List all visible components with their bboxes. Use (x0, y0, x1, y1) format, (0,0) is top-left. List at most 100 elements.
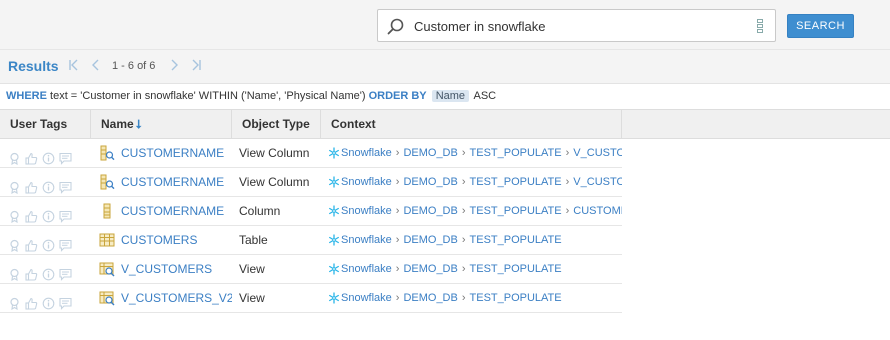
context-breadcrumb-item[interactable]: DEMO_DB (403, 226, 457, 254)
where-keyword: WHERE (6, 90, 47, 102)
col-header-user-tags[interactable]: User Tags (0, 110, 91, 138)
user-tags-cell (0, 139, 91, 167)
order-field-chip[interactable]: Name (431, 90, 470, 102)
thumbs-up-icon[interactable] (25, 234, 38, 252)
results-title: Results (8, 58, 59, 74)
top-search-bar: SEARCH (0, 0, 890, 50)
context-breadcrumb-item[interactable]: Snowflake (341, 284, 392, 312)
award-icon[interactable] (8, 147, 21, 165)
user-tags-cell (0, 168, 91, 196)
object-name-link[interactable]: V_CUSTOMERS (121, 255, 212, 283)
user-tags-cell (0, 284, 91, 312)
info-icon[interactable] (42, 292, 55, 309)
object-type-cell: View (239, 262, 265, 276)
next-page-button[interactable] (166, 56, 182, 74)
table-row[interactable]: V_CUSTOMERS_V2 View Snowflake › DEMO_DB › TEST… (0, 284, 622, 313)
context-breadcrumb-item[interactable]: DEMO_DB (403, 197, 457, 225)
breadcrumb-separator: › (395, 205, 400, 217)
search-box[interactable] (377, 9, 776, 42)
object-name-link[interactable]: CUSTOMERS (121, 226, 197, 254)
context-cell: Snowflake›DEMO_DB›TEST_POPULATE›V_CUSTOM (321, 168, 622, 196)
context-breadcrumb-item[interactable]: TEST_POPULATE (470, 139, 562, 167)
col-header-object-type[interactable]: Object Type (232, 110, 321, 138)
breadcrumb-separator: › (461, 292, 466, 304)
context-breadcrumb-item[interactable]: V_CUSTOM (573, 139, 622, 167)
context-cell: Snowflake › DEMO_DB › TEST_POPULATE (321, 284, 622, 312)
search-input[interactable] (414, 15, 744, 37)
col-header-name[interactable]: Name ⭣ (91, 110, 232, 138)
object-name-link[interactable]: CUSTOMERNAME (121, 139, 224, 167)
user-tags-cell (0, 226, 91, 254)
context-breadcrumb-item[interactable]: Snowflake (341, 226, 392, 254)
search-options-icon[interactable] (757, 19, 763, 33)
breadcrumb-separator: › (565, 147, 570, 159)
context-cell: Snowflake › DEMO_DB › TEST_POPULATE (321, 255, 622, 283)
table-row[interactable]: CUSTOMERS Table Snowflake › DEMO_DB › TEST_POP… (0, 226, 622, 255)
context-breadcrumb-item[interactable]: DEMO_DB (403, 255, 457, 283)
info-icon[interactable] (42, 234, 55, 251)
object-name-link[interactable]: CUSTOMERNAME (121, 168, 224, 196)
context-breadcrumb-item[interactable]: TEST_POPULATE (470, 284, 562, 312)
context-breadcrumb-item[interactable]: TEST_POPULATE (470, 226, 562, 254)
view-icon (99, 262, 115, 277)
table-row[interactable]: CUSTOMERNAME View Column Snowflake › DEMO_DB… (0, 139, 622, 168)
first-page-button[interactable] (66, 56, 82, 74)
sort-desc-icon: ⭣ (135, 117, 142, 131)
last-page-button[interactable] (188, 56, 204, 74)
context-breadcrumb-item[interactable]: TEST_POPULATE (470, 255, 562, 283)
award-icon[interactable] (8, 234, 21, 252)
last-page-icon (192, 59, 201, 71)
context-breadcrumb-item[interactable]: TEST_POPULATE (470, 197, 562, 225)
award-icon[interactable] (8, 176, 21, 194)
col-header-name-label: Name (101, 117, 134, 131)
object-name-link[interactable]: CUSTOMERNAME (121, 197, 224, 225)
breadcrumb-separator: › (395, 176, 400, 188)
info-icon[interactable] (42, 205, 55, 222)
award-icon[interactable] (8, 205, 21, 223)
results-header: Results 1 - 6 of 6 (0, 50, 890, 83)
context-breadcrumb-item[interactable]: Snowflake (341, 255, 392, 283)
breadcrumb-separator: › (395, 234, 400, 246)
object-type-cell: Table (239, 233, 268, 247)
table-row[interactable]: V_CUSTOMERS View Snowflake › DEMO_DB › TEST_PO… (0, 255, 622, 284)
context-breadcrumb-item[interactable]: Snowflake (341, 168, 392, 196)
context-breadcrumb-item[interactable]: TEST_POPULATE (470, 168, 562, 196)
prev-page-button[interactable] (88, 56, 104, 74)
context-breadcrumb-item[interactable]: Snowflake (341, 197, 392, 225)
thumbs-up-icon[interactable] (25, 205, 38, 223)
user-tags-cell (0, 255, 91, 283)
breadcrumb-separator: › (461, 176, 466, 188)
context-breadcrumb-item[interactable]: CUSTOMER (573, 197, 622, 225)
info-icon[interactable] (42, 147, 55, 164)
table-row[interactable]: CUSTOMERNAME Column Snowflake › DEMO_DB › TEST… (0, 197, 622, 226)
thumbs-up-icon[interactable] (25, 176, 38, 194)
thumbs-up-icon[interactable] (25, 292, 38, 310)
award-icon[interactable] (8, 292, 21, 310)
comment-icon[interactable] (59, 234, 72, 252)
name-cell: V_CUSTOMERS_V2 (91, 284, 232, 312)
search-icon (387, 18, 404, 35)
breadcrumb-separator: › (461, 263, 466, 275)
snowflake-icon (329, 147, 339, 159)
thumbs-up-icon[interactable] (25, 263, 38, 281)
search-button[interactable]: SEARCH (787, 14, 854, 38)
context-breadcrumb-item[interactable]: Snowflake (341, 139, 392, 167)
thumbs-up-icon[interactable] (25, 147, 38, 165)
breadcrumb-separator: › (565, 205, 570, 217)
object-name-link[interactable]: V_CUSTOMERS_V2 (121, 284, 232, 312)
comment-icon[interactable] (59, 176, 72, 194)
comment-icon[interactable] (59, 147, 72, 165)
context-breadcrumb-item[interactable]: DEMO_DB (403, 139, 457, 167)
info-icon[interactable] (42, 263, 55, 280)
comment-icon[interactable] (59, 292, 72, 310)
col-header-context[interactable]: Context (321, 110, 622, 138)
context-breadcrumb-item[interactable]: DEMO_DB (403, 284, 457, 312)
table-row[interactable]: CUSTOMERNAME View Column Snowflake › DEMO_DB… (0, 168, 622, 197)
context-breadcrumb-item[interactable]: DEMO_DB (403, 168, 457, 196)
table-icon (99, 233, 115, 247)
comment-icon[interactable] (59, 205, 72, 223)
info-icon[interactable] (42, 176, 55, 193)
comment-icon[interactable] (59, 263, 72, 281)
award-icon[interactable] (8, 263, 21, 281)
context-breadcrumb-item[interactable]: V_CUSTOM (573, 168, 622, 196)
